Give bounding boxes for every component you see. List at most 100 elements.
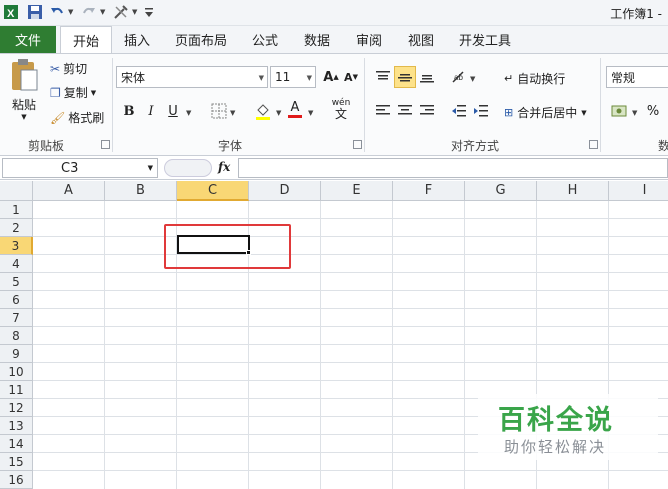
align-left-button[interactable]: [372, 100, 394, 122]
copy-button[interactable]: ❐ 复制 ▼: [50, 84, 96, 101]
tab-formulas[interactable]: 公式: [244, 26, 286, 53]
borders-button[interactable]: [208, 100, 230, 122]
row-header-7[interactable]: 7: [0, 309, 33, 327]
row-header-5[interactable]: 5: [0, 273, 33, 291]
cut-button[interactable]: ✂ 剪切: [50, 60, 87, 77]
italic-button[interactable]: I: [140, 100, 162, 122]
row-header-12[interactable]: 12: [0, 399, 33, 417]
format-painter-button[interactable]: 🖌 格式刷: [50, 109, 104, 126]
increase-indent-button[interactable]: [470, 100, 492, 122]
row-header-4[interactable]: 4: [0, 255, 33, 273]
column-header-g[interactable]: G: [465, 181, 537, 201]
bold-button[interactable]: B: [118, 100, 140, 122]
gridline: [33, 344, 668, 345]
font-name-select[interactable]: 宋体 ▼: [116, 66, 268, 88]
redo-dropdown-icon[interactable]: ▼: [100, 8, 105, 16]
merge-center-button[interactable]: ⊞ 合并后居中 ▼: [504, 104, 587, 121]
tab-developer[interactable]: 开发工具: [452, 26, 518, 53]
phonetic-button[interactable]: wén 文: [326, 98, 356, 120]
orientation-dropdown-icon[interactable]: ▼: [470, 75, 475, 83]
column-header-d[interactable]: D: [249, 181, 321, 201]
undo-dropdown-icon[interactable]: ▼: [68, 8, 73, 16]
orientation-button[interactable]: ab: [448, 66, 470, 88]
redo-icon[interactable]: [80, 3, 98, 21]
align-right-button[interactable]: [416, 100, 438, 122]
row-header-6[interactable]: 6: [0, 291, 33, 309]
font-size-select[interactable]: 11 ▼: [270, 66, 316, 88]
row-header-2[interactable]: 2: [0, 219, 33, 237]
tab-page-layout[interactable]: 页面布局: [170, 26, 232, 53]
chevron-down-icon: ▼: [258, 74, 264, 82]
align-center-icon: [398, 105, 412, 115]
row-header-13[interactable]: 13: [0, 417, 33, 435]
tools-icon[interactable]: [112, 3, 130, 21]
row-header-10[interactable]: 10: [0, 363, 33, 381]
font-color-button[interactable]: A: [284, 98, 306, 120]
align-center-button[interactable]: [394, 100, 416, 122]
tab-home[interactable]: 开始: [60, 26, 112, 53]
tab-insert[interactable]: 插入: [116, 26, 158, 53]
row-header-15[interactable]: 15: [0, 453, 33, 471]
top-align-button[interactable]: [372, 66, 394, 88]
paint-bucket-icon: [256, 104, 270, 120]
scissors-icon: ✂: [50, 61, 61, 76]
underline-button[interactable]: U: [162, 100, 184, 122]
column-header-a[interactable]: A: [33, 181, 105, 201]
undo-icon[interactable]: [48, 3, 66, 21]
wrap-text-icon: ↵: [504, 72, 514, 85]
shrink-font-button[interactable]: A ▼: [340, 66, 362, 88]
tab-file[interactable]: 文件: [0, 26, 56, 53]
row-header-9[interactable]: 9: [0, 345, 33, 363]
title-bar: X ▼ ▼ ▼ 工作簿1 -: [0, 0, 668, 26]
row-header-1[interactable]: 1: [0, 201, 33, 219]
paintbrush-icon: 🖌: [50, 110, 66, 125]
select-all-corner[interactable]: [0, 181, 33, 201]
column-header-b[interactable]: B: [105, 181, 177, 201]
column-header-f[interactable]: F: [393, 181, 465, 201]
row-header-8[interactable]: 8: [0, 327, 33, 345]
percent-button[interactable]: %: [642, 100, 664, 122]
chevron-down-icon: ▼: [147, 164, 153, 172]
row-header-11[interactable]: 11: [0, 381, 33, 399]
decrease-indent-button[interactable]: [448, 100, 470, 122]
column-header-e[interactable]: E: [321, 181, 393, 201]
bottom-align-button[interactable]: [416, 66, 438, 88]
copy-label: 复制: [63, 86, 88, 100]
font-color-dropdown-icon[interactable]: ▼: [308, 109, 313, 117]
clipboard-launcher-icon[interactable]: [101, 140, 110, 149]
column-header-h[interactable]: H: [537, 181, 609, 201]
cut-label: 剪切: [63, 62, 88, 76]
formula-bar-handle[interactable]: [164, 159, 212, 177]
tab-review[interactable]: 审阅: [348, 26, 390, 53]
row-header-3[interactable]: 3: [0, 237, 33, 255]
paste-button[interactable]: 粘贴 ▼: [6, 58, 42, 130]
accounting-dropdown-icon[interactable]: ▼: [632, 109, 637, 117]
borders-dropdown-icon[interactable]: ▼: [230, 109, 235, 117]
wrap-text-button[interactable]: ↵ 自动换行: [504, 70, 565, 87]
column-header-c[interactable]: C: [177, 181, 249, 201]
column-header-i[interactable]: I: [609, 181, 668, 201]
alignment-launcher-icon[interactable]: [589, 140, 598, 149]
font-launcher-icon[interactable]: [353, 140, 362, 149]
insert-function-icon[interactable]: fx: [218, 160, 230, 174]
gridline: [320, 201, 321, 489]
formula-input[interactable]: [238, 158, 668, 178]
row-header-14[interactable]: 14: [0, 435, 33, 453]
grow-font-button[interactable]: A ▲: [320, 66, 342, 88]
name-box[interactable]: C3 ▼: [2, 158, 158, 178]
align-bottom-icon: [420, 75, 434, 83]
row-header-16[interactable]: 16: [0, 471, 33, 489]
middle-align-button[interactable]: [394, 66, 416, 88]
number-format-select[interactable]: 常规: [606, 66, 668, 88]
divider: [600, 58, 601, 152]
tab-data[interactable]: 数据: [296, 26, 338, 53]
tools-dropdown-icon[interactable]: ▼: [132, 8, 137, 16]
tab-view[interactable]: 视图: [400, 26, 442, 53]
customize-quick-access-icon[interactable]: [140, 3, 158, 21]
save-icon[interactable]: [26, 3, 44, 21]
fill-color-button[interactable]: [252, 100, 274, 122]
accounting-format-button[interactable]: [608, 100, 630, 122]
excel-logo-icon: X: [2, 3, 20, 21]
underline-dropdown-icon[interactable]: ▼: [186, 109, 191, 117]
fill-color-dropdown-icon[interactable]: ▼: [276, 109, 281, 117]
